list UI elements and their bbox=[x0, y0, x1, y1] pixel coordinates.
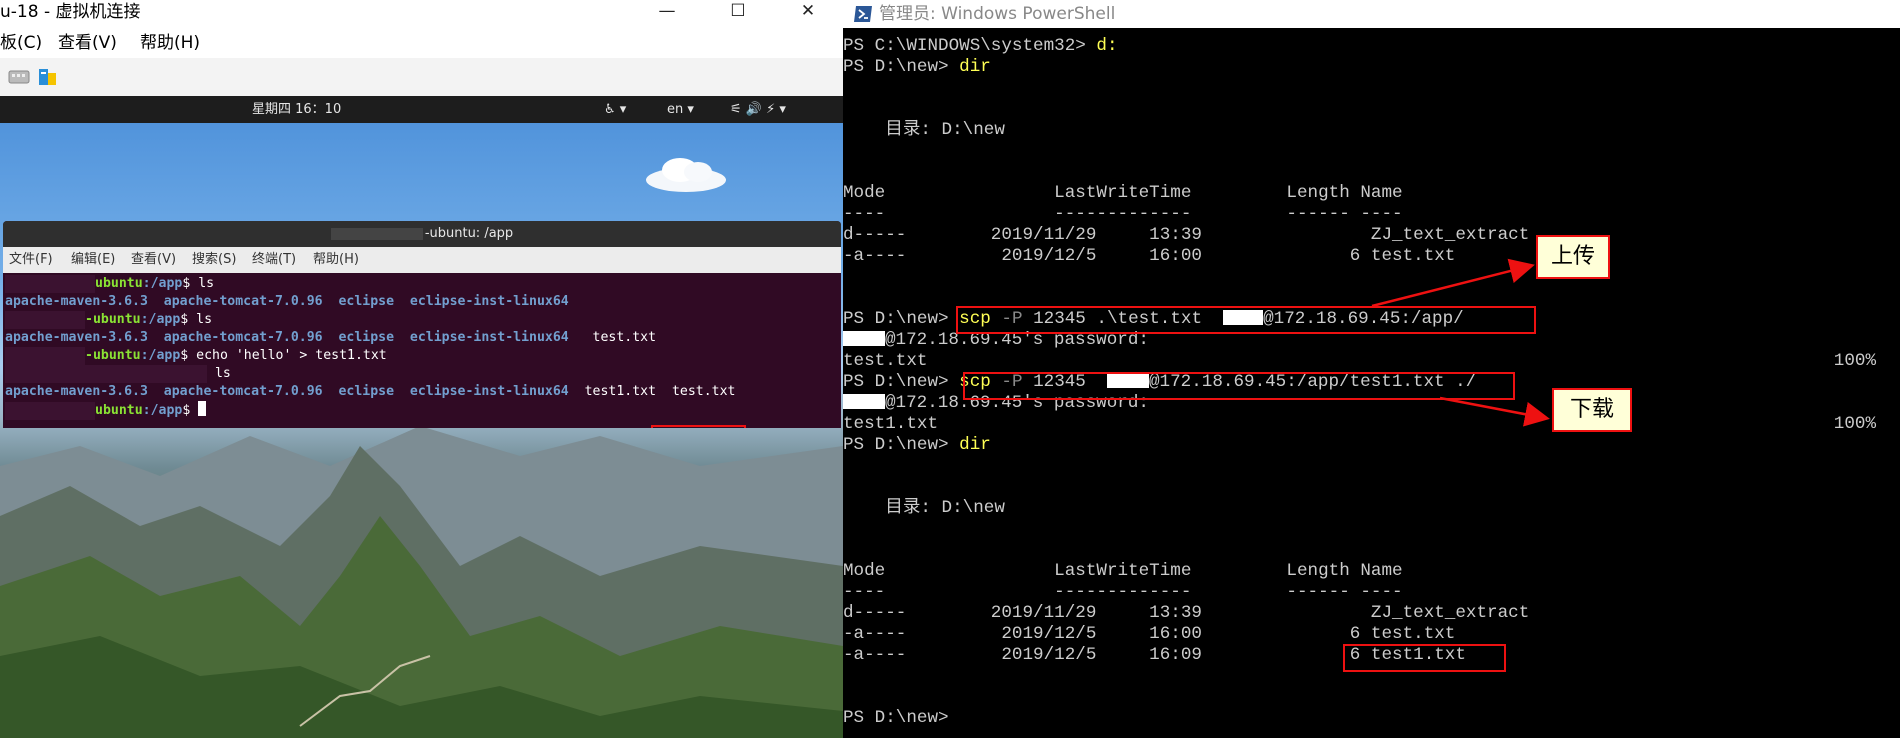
console-line: d----- 2019/11/29 13:39 ZJ_text_extract bbox=[843, 225, 1530, 245]
system-status-icons[interactable]: ⚟ 🔊 ⚡ ▾ bbox=[730, 96, 786, 123]
console-line: ---- ------------- ------ ---- bbox=[843, 582, 1403, 602]
console-line: ---- ------------- ------ ---- bbox=[843, 204, 1403, 224]
vm-menu-bar: 板(C) 查看(V) 帮助(H) bbox=[0, 28, 843, 58]
transfer-progress: 100% bbox=[1833, 351, 1876, 371]
terminal-line: apache-maven-3.6.3 apache-tomcat-7.0.96 … bbox=[5, 294, 569, 309]
console-line: PS C:\WINDOWS\system32> d: bbox=[843, 36, 1118, 56]
console-line: -a---- 2019/12/5 16:00 6 test.txt bbox=[843, 624, 1456, 644]
download-callout: 下载 bbox=[1552, 388, 1632, 432]
redacted-prompt bbox=[5, 365, 207, 383]
ubuntu-desktop: 星期四 16：10 ♿ ▾ en ▾ ⚟ 🔊 ⚡ ▾ -ubuntu: /app… bbox=[0, 96, 843, 738]
console-line: test1.txt 100% bbox=[843, 414, 1876, 434]
upload-callout: 上传 bbox=[1536, 235, 1610, 279]
vm-title-bar: u-18 - 虚拟机连接 — ☐ ✕ bbox=[0, 0, 843, 28]
redacted-user bbox=[5, 311, 85, 329]
minimize-button[interactable]: — bbox=[645, 0, 689, 24]
transfer-progress: 100% bbox=[1833, 414, 1876, 434]
enhanced-session-icon[interactable] bbox=[36, 65, 60, 89]
terminal-line: ubuntu:/app$ ls bbox=[5, 275, 839, 293]
highlight-download-command bbox=[963, 372, 1515, 400]
terminal-window[interactable]: -ubuntu: /app 文件(F) 编辑(E) 查看(V) 搜索(S) 终端… bbox=[3, 221, 841, 428]
powershell-icon bbox=[854, 6, 872, 22]
terminal-menu-bar: 文件(F) 编辑(E) 查看(V) 搜索(S) 终端(T) 帮助(H) bbox=[3, 247, 841, 273]
ctrl-alt-del-icon[interactable] bbox=[7, 65, 31, 89]
console-line: PS D:\new> dir bbox=[843, 435, 991, 455]
terminal-menu-terminal[interactable]: 终端(T) bbox=[252, 247, 296, 273]
terminal-line: -ubuntu:/app$ echo 'hello' > test1.txt bbox=[5, 347, 839, 365]
file-test1-txt: test1.txt bbox=[584, 384, 657, 399]
menu-item-action[interactable]: 板(C) bbox=[0, 28, 42, 58]
console-line: 目录: D:\new bbox=[843, 120, 1005, 140]
redacted-user bbox=[5, 402, 95, 420]
cloud-decoration bbox=[646, 158, 726, 192]
mountain-wallpaper bbox=[0, 426, 843, 738]
clock[interactable]: 星期四 16：10 bbox=[252, 96, 341, 123]
terminal-title-bar: -ubuntu: /app bbox=[3, 221, 841, 247]
terminal-line: apache-maven-3.6.3 apache-tomcat-7.0.96 … bbox=[5, 384, 736, 399]
maximize-button[interactable]: ☐ bbox=[716, 0, 760, 24]
close-button[interactable]: ✕ bbox=[786, 0, 830, 24]
redacted-hostname bbox=[330, 227, 423, 240]
console-prompt[interactable]: PS D:\new> bbox=[843, 708, 1900, 729]
terminal-line: ubuntu:/app$ bbox=[5, 401, 839, 420]
highlight-test-txt bbox=[651, 425, 746, 428]
terminal-menu-search[interactable]: 搜索(S) bbox=[192, 247, 236, 273]
terminal-output[interactable]: ubuntu:/app$ ls apache-maven-3.6.3 apach… bbox=[5, 275, 839, 420]
console-line: test.txt 100% bbox=[843, 351, 1876, 371]
powershell-window-title: 管理员: Windows PowerShell bbox=[879, 4, 1116, 24]
highlight-upload-command bbox=[956, 306, 1536, 334]
terminal-cursor bbox=[198, 401, 207, 416]
terminal-line: ls bbox=[5, 365, 839, 383]
file-test-txt: test.txt bbox=[592, 330, 657, 345]
console-line: PS D:\new> dir bbox=[843, 57, 991, 77]
redacted-user bbox=[843, 394, 885, 409]
console-line: d----- 2019/11/29 13:39 ZJ_text_extract bbox=[843, 603, 1530, 623]
console-line: 目录: D:\new bbox=[843, 498, 1005, 518]
redacted-user bbox=[5, 347, 85, 365]
terminal-menu-file[interactable]: 文件(F) bbox=[9, 247, 53, 273]
vm-window-title: u-18 - 虚拟机连接 bbox=[0, 2, 141, 22]
menu-item-view[interactable]: 查看(V) bbox=[58, 28, 117, 58]
language-indicator[interactable]: en ▾ bbox=[667, 96, 694, 123]
gnome-top-bar: 星期四 16：10 ♿ ▾ en ▾ ⚟ 🔊 ⚡ ▾ bbox=[0, 96, 843, 123]
redacted-user bbox=[843, 331, 885, 346]
terminal-menu-help[interactable]: 帮助(H) bbox=[313, 247, 359, 273]
terminal-line: -ubuntu:/app$ ls bbox=[5, 311, 839, 329]
terminal-menu-view[interactable]: 查看(V) bbox=[131, 247, 176, 273]
console-line: Mode LastWriteTime Length Name bbox=[843, 561, 1403, 581]
vm-connection-window: u-18 - 虚拟机连接 — ☐ ✕ 板(C) 查看(V) 帮助(H) 星期四 … bbox=[0, 0, 843, 738]
accessibility-menu[interactable]: ♿ ▾ bbox=[604, 96, 626, 123]
powershell-title-bar: 管理员: Windows PowerShell bbox=[843, 0, 1900, 28]
terminal-line: apache-maven-3.6.3 apache-tomcat-7.0.96 … bbox=[5, 330, 657, 345]
highlight-test1-listing bbox=[1343, 644, 1506, 672]
console-line: -a---- 2019/12/5 16:00 6 test.txt bbox=[843, 246, 1456, 266]
menu-item-help[interactable]: 帮助(H) bbox=[140, 28, 200, 58]
console-line: Mode LastWriteTime Length Name bbox=[843, 183, 1403, 203]
vm-toolbar bbox=[0, 58, 843, 97]
powershell-window[interactable]: 管理员: Windows PowerShell PS C:\WINDOWS\sy… bbox=[843, 0, 1900, 738]
redacted-user bbox=[5, 275, 95, 293]
terminal-menu-edit[interactable]: 编辑(E) bbox=[71, 247, 115, 273]
terminal-title: -ubuntu: /app bbox=[424, 226, 514, 241]
